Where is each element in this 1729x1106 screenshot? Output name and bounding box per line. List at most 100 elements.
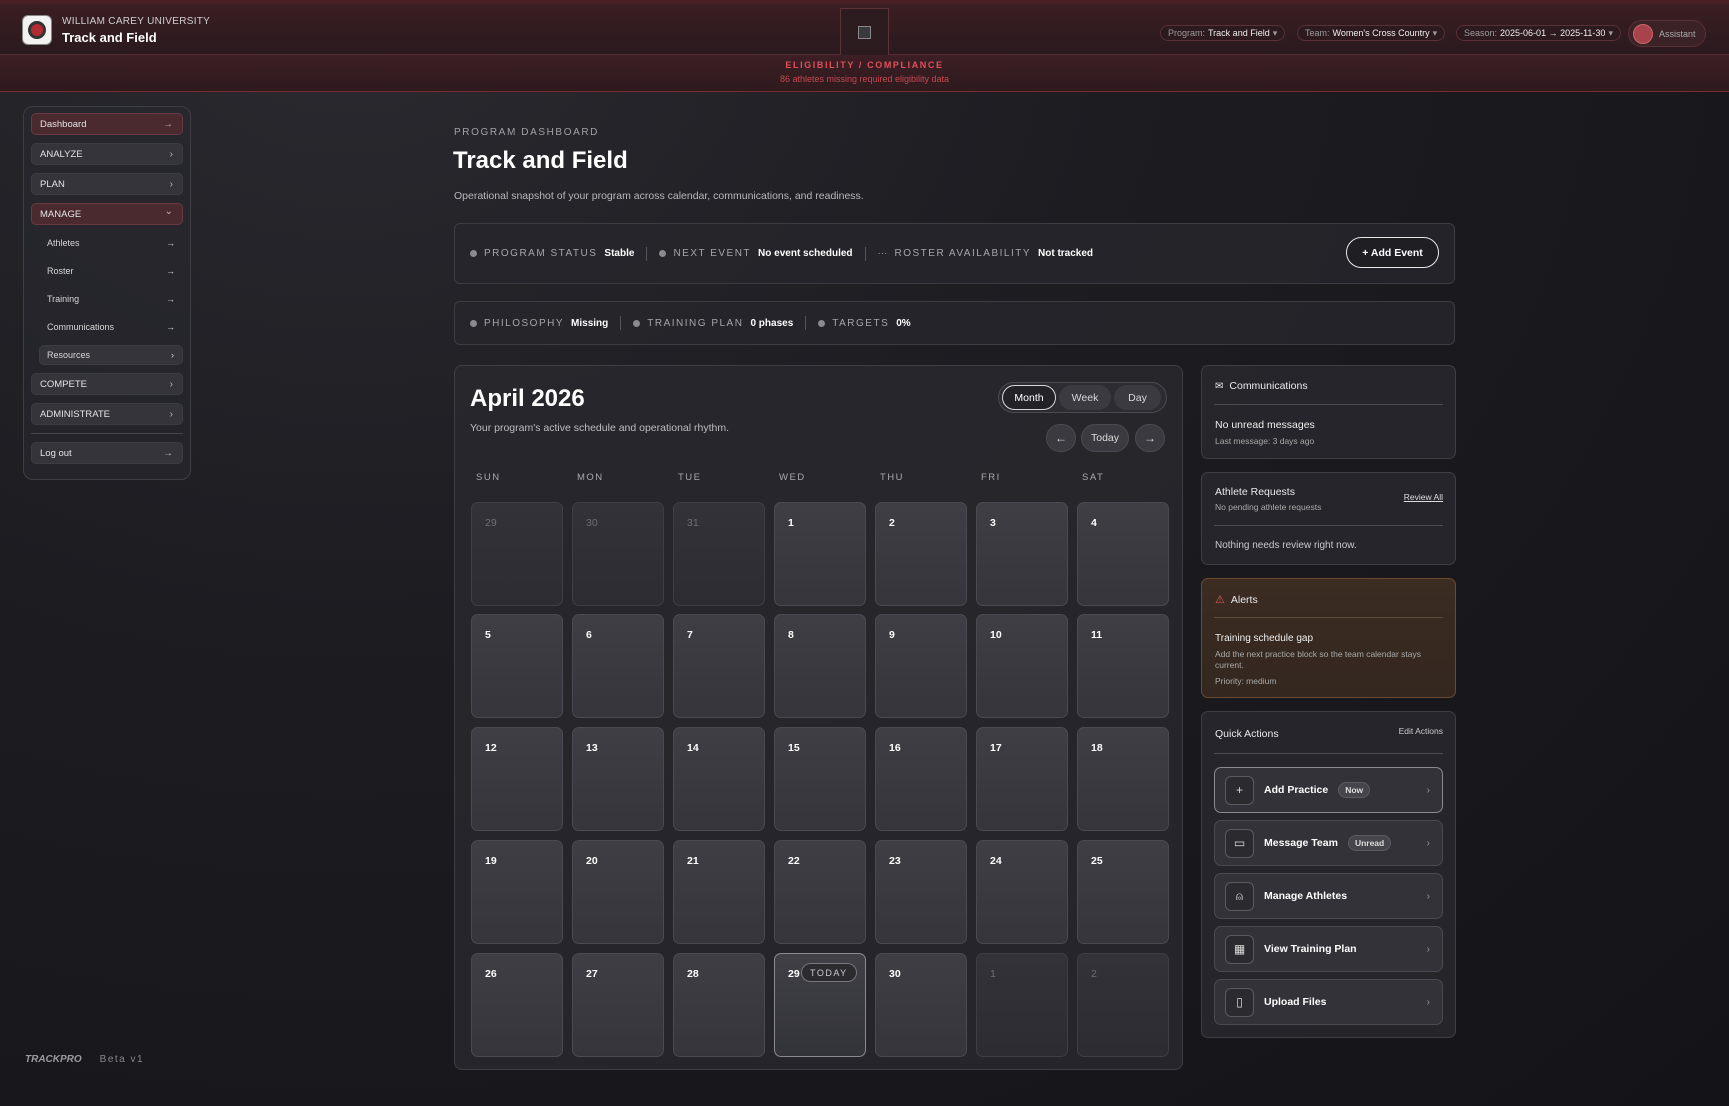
calendar-day[interactable]: 3 <box>976 502 1068 606</box>
calendar-day[interactable]: 13 <box>572 727 664 831</box>
calendar-day[interactable]: 22 <box>774 840 866 944</box>
calendar-day[interactable]: 4 <box>1077 502 1169 606</box>
calendar-day[interactable]: 9 <box>875 614 967 718</box>
calendar-day[interactable]: 31 <box>673 502 765 606</box>
calendar-day[interactable]: 5 <box>471 614 563 718</box>
quick-action-upload-files[interactable]: ▯ Upload Files › <box>1214 979 1443 1025</box>
sidebar-item-plan[interactable]: PLAN › <box>31 173 183 195</box>
sidebar-item-training[interactable]: Training → <box>31 289 183 309</box>
divider <box>864 246 866 261</box>
quick-action-manage-athletes[interactable]: ⍝ Manage Athletes › <box>1214 873 1443 919</box>
ellipsis-icon: ··· <box>877 248 888 259</box>
chevron-down-icon: ▾ <box>1608 27 1613 38</box>
edit-actions-link[interactable]: Edit Actions <box>1399 726 1443 736</box>
sidebar-item-roster[interactable]: Roster → <box>31 261 183 281</box>
team-value: Women's Cross Country <box>1332 28 1430 38</box>
sidebar-item-communications[interactable]: Communications → <box>31 317 183 337</box>
warning-icon: ⚠ <box>1215 594 1225 606</box>
calendar-day[interactable]: 18 <box>1077 727 1169 831</box>
view-day-button[interactable]: Day <box>1114 385 1161 410</box>
chevron-right-icon: › <box>1426 943 1430 955</box>
alert-title: Training schedule gap <box>1215 633 1314 644</box>
quick-action-view-training-plan[interactable]: ▦ View Training Plan › <box>1214 926 1443 972</box>
quick-action-add-practice[interactable]: + Add Practice Now › <box>1214 767 1443 813</box>
sidebar-item-dashboard[interactable]: Dashboard → <box>31 113 183 135</box>
chevron-right-icon: › <box>169 408 173 420</box>
sidebar-item-analyze[interactable]: ANALYZE › <box>31 143 183 165</box>
review-all-link[interactable]: Review All <box>1404 492 1443 502</box>
calendar-day[interactable]: 10 <box>976 614 1068 718</box>
sidebar-item-athletes[interactable]: Athletes → <box>31 233 183 253</box>
calendar-day[interactable]: 7 <box>673 614 765 718</box>
chevron-right-icon: › <box>169 178 173 190</box>
sidebar-item-resources[interactable]: Resources › <box>39 345 183 365</box>
calendar-day[interactable]: 1 <box>774 502 866 606</box>
today-badge: TODAY <box>801 963 857 982</box>
calendar-day[interactable]: 25 <box>1077 840 1169 944</box>
banner-message: 86 athletes missing required eligibility… <box>779 74 950 84</box>
sidebar-item-label: COMPETE <box>40 378 87 390</box>
add-event-button[interactable]: + Add Event <box>1346 237 1439 268</box>
view-week-button[interactable]: Week <box>1059 385 1111 410</box>
sidebar-item-compete[interactable]: COMPETE › <box>31 373 183 395</box>
calendar-day[interactable]: 27 <box>572 953 664 1057</box>
calendar-day[interactable]: 29 <box>471 502 563 606</box>
training-plan-stat: TRAINING PLAN 0 phases <box>633 318 793 329</box>
calendar-day[interactable]: 11 <box>1077 614 1169 718</box>
chevron-right-icon: › <box>1426 837 1430 849</box>
team-selector[interactable]: Team: Women's Cross Country ▾ <box>1297 25 1446 41</box>
stat-value: Missing <box>571 317 609 329</box>
center-placeholder-icon[interactable] <box>840 8 889 57</box>
calendar-day[interactable]: 1 <box>976 953 1068 1057</box>
calendar-day[interactable]: 2 <box>875 502 967 606</box>
communications-panel[interactable]: ✉ Communications No unread messages Last… <box>1201 365 1456 459</box>
calendar-day[interactable]: 8 <box>774 614 866 718</box>
calendar-day[interactable]: 16 <box>875 727 967 831</box>
day-number: 25 <box>1091 855 1103 867</box>
weekday-header: FRI <box>981 472 1001 483</box>
calendar-day[interactable]: 17 <box>976 727 1068 831</box>
calendar-day[interactable]: 28 <box>673 953 765 1057</box>
brand[interactable]: WILLIAM CAREY UNIVERSITY Track and Field <box>22 15 210 45</box>
day-number: 21 <box>687 855 699 867</box>
chevron-right-icon: › <box>1426 890 1430 902</box>
calendar-day[interactable]: 20 <box>572 840 664 944</box>
sidebar-item-label: Roster <box>47 266 74 276</box>
calendar-day-today[interactable]: 29 TODAY <box>774 953 866 1057</box>
chevron-right-icon: › <box>1426 784 1430 796</box>
calendar-day[interactable]: 21 <box>673 840 765 944</box>
day-number: 17 <box>990 742 1002 754</box>
calendar-day[interactable]: 14 <box>673 727 765 831</box>
calendar-day[interactable]: 2 <box>1077 953 1169 1057</box>
season-selector[interactable]: Season: 2025-06-01 → 2025-11-30 ▾ <box>1456 25 1621 41</box>
sidebar-item-administrate[interactable]: ADMINISTRATE › <box>31 403 183 425</box>
logout-button[interactable]: Log out → <box>31 442 183 464</box>
panel-title: Communications <box>1229 380 1308 392</box>
calendar-day[interactable]: 23 <box>875 840 967 944</box>
calendar-day[interactable]: 24 <box>976 840 1068 944</box>
calendar-day[interactable]: 30 <box>572 502 664 606</box>
assistant-button[interactable]: Assistant <box>1628 20 1706 47</box>
calendar-day[interactable]: 26 <box>471 953 563 1057</box>
calendar-day[interactable]: 6 <box>572 614 664 718</box>
quick-action-label: Upload Files <box>1264 996 1327 1008</box>
calendar-day[interactable]: 19 <box>471 840 563 944</box>
next-month-button[interactable]: → <box>1135 424 1165 452</box>
day-number: 29 <box>788 968 800 980</box>
quick-action-message-team[interactable]: ▭ Message Team Unread › <box>1214 820 1443 866</box>
today-button[interactable]: Today <box>1081 424 1129 452</box>
calendar-day[interactable]: 15 <box>774 727 866 831</box>
university-logo <box>22 15 52 45</box>
chevron-right-icon: › <box>1426 996 1430 1008</box>
status-badge: Unread <box>1347 835 1392 851</box>
prev-month-button[interactable]: ← <box>1046 424 1076 452</box>
calendar-day[interactable]: 30 <box>875 953 967 1057</box>
chevron-right-icon: › <box>169 148 173 160</box>
calendar-day[interactable]: 12 <box>471 727 563 831</box>
sidebar-item-manage[interactable]: MANAGE ⌄ <box>31 203 183 225</box>
sidebar-item-label: Dashboard <box>40 118 87 130</box>
program-selector[interactable]: Program: Track and Field ▾ <box>1160 25 1286 41</box>
compliance-banner[interactable]: ELIGIBILITY / COMPLIANCE 86 athletes mis… <box>0 55 1729 92</box>
calendar: April 2026 Your program's active schedul… <box>454 365 1183 1070</box>
view-month-button[interactable]: Month <box>1002 385 1056 410</box>
